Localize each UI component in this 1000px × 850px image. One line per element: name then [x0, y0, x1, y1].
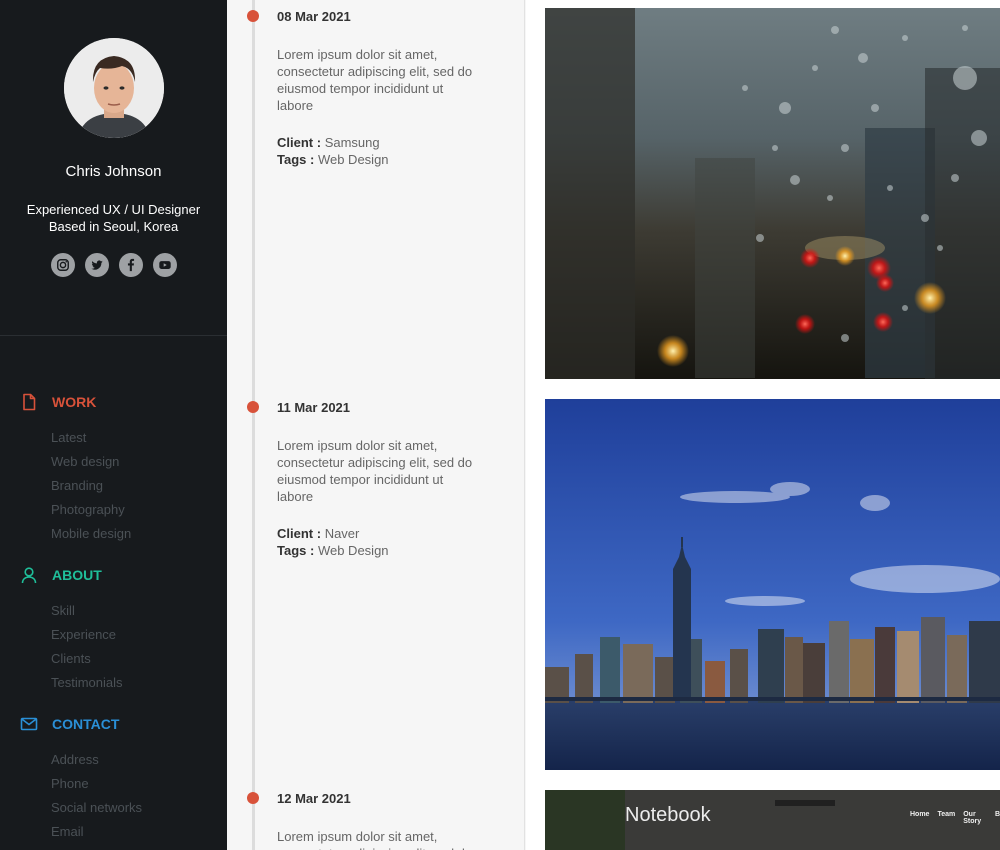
youtube-icon[interactable] [153, 253, 177, 277]
timeline-date: 11 Mar 2021 [277, 400, 351, 415]
user-icon [21, 567, 37, 584]
nav-contact-label: CONTACT [52, 716, 120, 732]
notebook-site-photo[interactable]: Notebook Home Team Our Story B [545, 790, 1000, 850]
nav-item-email[interactable]: Email [51, 824, 84, 839]
timeline-dot [247, 10, 259, 22]
timeline-dot [247, 792, 259, 804]
nav-section-contact[interactable]: CONTACT [20, 715, 119, 733]
tags-label: Tags : [277, 152, 315, 167]
profile-tagline: Experienced UX / UI Designer Based in Se… [0, 201, 227, 235]
notebook-title: Notebook [625, 804, 711, 826]
nav-item-experience[interactable]: Experience [51, 627, 116, 642]
sidebar-divider [0, 335, 227, 336]
avatar [64, 38, 164, 138]
tags-value: Web Design [317, 543, 389, 558]
nav-item-phone[interactable]: Phone [51, 776, 89, 791]
timeline-line [252, 0, 255, 850]
nav-item-skill[interactable]: Skill [51, 603, 75, 618]
nav-item-social-networks[interactable]: Social networks [51, 800, 142, 815]
notebook-nav-home: Home [910, 811, 930, 818]
notebook-nav-more: B [994, 811, 1000, 818]
notebook-nav: Home Team Our Story B [910, 811, 1000, 825]
timeline-description: Lorem ipsum dolor sit amet, consectetur … [277, 438, 473, 504]
facebook-icon[interactable] [119, 253, 143, 277]
timeline-dot [247, 401, 259, 413]
client-label: Client : [277, 135, 322, 150]
instagram-icon[interactable] [51, 253, 75, 277]
client-label: Client : [277, 526, 322, 541]
nav-item-web-design[interactable]: Web design [51, 454, 119, 469]
timeline-date: 12 Mar 2021 [277, 791, 351, 806]
nav-item-latest[interactable]: Latest [51, 430, 86, 445]
document-icon [23, 393, 36, 411]
sidebar: Chris Johnson Experienced UX / UI Design… [0, 0, 227, 850]
timeline: 08 Mar 2021 Lorem ipsum dolor sit amet, … [227, 0, 525, 850]
timeline-tags: Tags : Web Design [277, 542, 389, 559]
nav-section-work[interactable]: WORK [20, 393, 96, 411]
gallery: Notebook Home Team Our Story B [526, 0, 1000, 850]
nav-work-label: WORK [52, 394, 97, 410]
profile-name: Chris Johnson [65, 163, 162, 180]
timeline-description: Lorem ipsum dolor sit amet, consectetur … [277, 47, 473, 113]
nav-item-address[interactable]: Address [51, 752, 99, 767]
nav-item-photography[interactable]: Photography [51, 502, 125, 517]
rain-window-photo[interactable] [545, 8, 1000, 379]
nav-item-testimonials[interactable]: Testimonials [51, 675, 123, 690]
tags-label: Tags : [277, 543, 315, 558]
twitter-icon[interactable] [85, 253, 109, 277]
timeline-tags: Tags : Web Design [277, 151, 389, 168]
notebook-nav-team: Team [937, 811, 956, 818]
client-value: Naver [324, 526, 360, 541]
nav-item-clients[interactable]: Clients [51, 651, 91, 666]
tags-value: Web Design [317, 152, 389, 167]
city-skyline-photo[interactable] [545, 399, 1000, 770]
nav-section-about[interactable]: ABOUT [20, 566, 102, 584]
nav-item-mobile-design[interactable]: Mobile design [51, 526, 131, 541]
mail-icon [20, 717, 38, 731]
tagline-line-1: Experienced UX / UI Designer [26, 202, 201, 217]
timeline-client: Client : Samsung [277, 134, 380, 151]
nav-item-branding[interactable]: Branding [51, 478, 103, 493]
notebook-nav-our-story: Our Story [963, 811, 982, 825]
nav-about-label: ABOUT [52, 567, 102, 583]
client-value: Samsung [324, 135, 380, 150]
timeline-date: 08 Mar 2021 [277, 9, 351, 24]
social-links [51, 253, 177, 277]
timeline-description: Lorem ipsum dolor sit amet, consectetur … [277, 829, 472, 850]
tagline-line-2: Based in Seoul, Korea [48, 219, 179, 234]
timeline-client: Client : Naver [277, 525, 359, 542]
